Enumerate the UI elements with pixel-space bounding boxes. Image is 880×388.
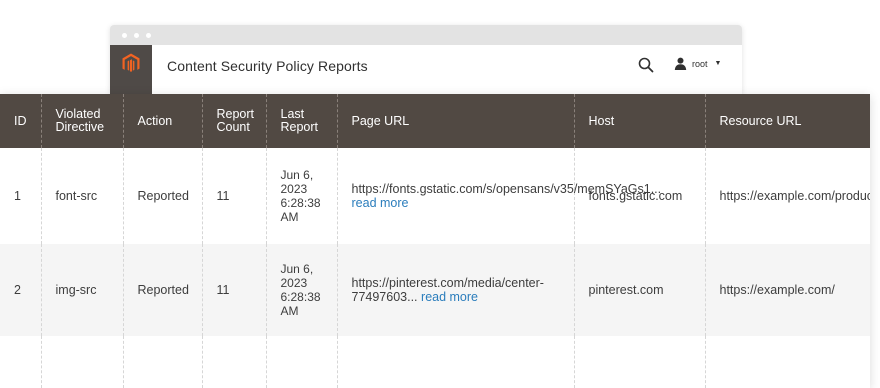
cell-page-url: https://fonts.gstatic.com/s/opensans/v35…	[337, 148, 661, 244]
column-header-page-url[interactable]: Page URL	[337, 94, 575, 148]
magento-logo-icon[interactable]	[110, 45, 152, 95]
cell-empty	[337, 336, 575, 388]
cell-resource-url: https://example.com/	[705, 244, 870, 336]
cell-action: Reported	[123, 244, 203, 336]
cell-empty	[705, 336, 870, 388]
column-header-violated-directive[interactable]: Violated Directive	[41, 94, 124, 148]
column-header-report-count[interactable]: Report Count	[202, 94, 267, 148]
cell-action: Reported	[123, 148, 203, 244]
cell-empty	[574, 336, 706, 388]
table-row-empty	[0, 336, 870, 388]
cell-host: fonts.gstatic.com	[574, 148, 706, 244]
search-icon[interactable]	[638, 57, 654, 73]
cell-empty	[202, 336, 267, 388]
page-title: Content Security Policy Reports	[167, 58, 368, 74]
column-header-host[interactable]: Host	[574, 94, 706, 148]
admin-header: Content Security Policy Reports root ▼	[110, 45, 742, 95]
cell-empty	[41, 336, 124, 388]
cell-empty	[0, 336, 42, 388]
reports-grid: ID Violated Directive Action Report Coun…	[0, 94, 870, 388]
user-name: root	[692, 58, 708, 69]
cell-id: 2	[0, 244, 42, 336]
column-header-action[interactable]: Action	[123, 94, 203, 148]
cell-report-count: 11	[202, 148, 267, 244]
column-header-last-report[interactable]: Last Report	[266, 94, 338, 148]
read-more-link[interactable]: read more	[421, 290, 478, 304]
cell-last-report: Jun 6, 2023 6:28:38 AM	[266, 148, 338, 244]
window-dot	[122, 32, 127, 38]
reports-table: ID Violated Directive Action Report Coun…	[0, 94, 870, 388]
column-header-resource-url[interactable]: Resource URL	[705, 94, 870, 148]
table-header-row: ID Violated Directive Action Report Coun…	[0, 94, 870, 148]
admin-window: Content Security Policy Reports root ▼	[110, 25, 742, 95]
window-titlebar	[110, 25, 742, 45]
cell-resource-url: https://example.com/product.html	[705, 148, 870, 244]
window-dot	[134, 32, 139, 38]
cell-empty	[123, 336, 203, 388]
chevron-down-icon: ▼	[714, 60, 722, 67]
table-row[interactable]: 1 font-src Reported 11 Jun 6, 2023 6:28:…	[0, 148, 870, 244]
window-dot	[146, 32, 151, 38]
cell-page-url: https://pinterest.com/media/center-77497…	[337, 244, 575, 336]
cell-directive: font-src	[41, 148, 124, 244]
cell-last-report: Jun 6, 2023 6:28:38 AM	[266, 244, 338, 336]
user-icon	[674, 57, 687, 70]
table-row[interactable]: 2 img-src Reported 11 Jun 6, 2023 6:28:3…	[0, 244, 870, 336]
user-menu[interactable]: root ▼	[674, 57, 721, 70]
column-header-id[interactable]: ID	[0, 94, 42, 148]
cell-id: 1	[0, 148, 42, 244]
cell-report-count: 11	[202, 244, 267, 336]
cell-host: pinterest.com	[574, 244, 706, 336]
cell-empty	[266, 336, 338, 388]
cell-directive: img-src	[41, 244, 124, 336]
read-more-link[interactable]: read more	[352, 196, 409, 210]
